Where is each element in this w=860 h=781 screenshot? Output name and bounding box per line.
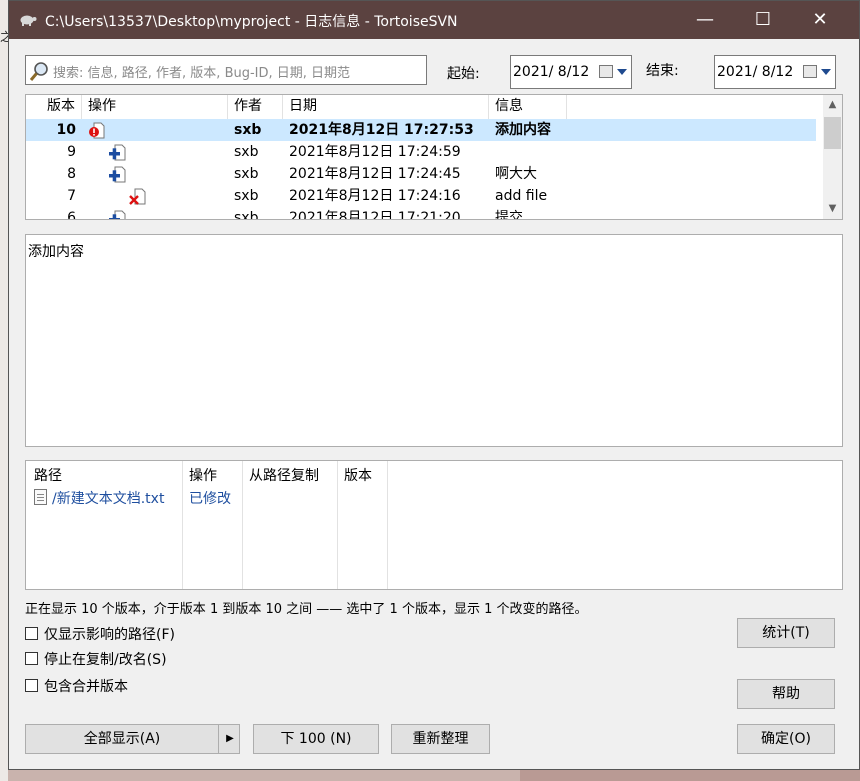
table-row[interactable]: 8 sxb 2021年8月12日 17:24:45 啊大大: [26, 163, 816, 185]
search-input[interactable]: 搜索: 信息, 路径, 作者, 版本, Bug-ID, 日期, 日期范: [25, 55, 427, 85]
added-icon: [109, 144, 126, 161]
changed-path-action: 已修改: [189, 491, 231, 507]
table-row[interactable]: 7 sxb 2021年8月12日 17:24:16 add file: [26, 185, 816, 207]
split-dropdown-icon[interactable]: ▶: [218, 725, 241, 753]
row-revision: 8: [67, 166, 76, 182]
column-header-author[interactable]: 作者: [228, 95, 283, 119]
title-bar[interactable]: C:\Users\13537\Desktop\myproject - 日志信息 …: [9, 1, 859, 39]
row-revision: 6: [67, 210, 76, 220]
row-date: 2021年8月12日 17:24:59: [289, 144, 461, 160]
table-row[interactable]: 10 sxb 2021年8月12日 17:27:53 添加内容: [26, 119, 816, 141]
column-header-path[interactable]: 路径: [34, 465, 62, 485]
row-author: sxb: [234, 210, 259, 220]
row-date: 2021年8月12日 17:27:53: [289, 122, 474, 138]
stop-on-copy-label[interactable]: 停止在复制/改名(S): [44, 649, 167, 669]
row-date: 2021年8月12日 17:24:16: [289, 188, 461, 204]
end-date-picker[interactable]: 2021/ 8/12: [714, 55, 836, 89]
row-message: 添加内容: [495, 122, 551, 138]
column-header-actions[interactable]: 操作: [82, 95, 228, 119]
column-header-date[interactable]: 日期: [283, 95, 489, 119]
log-message-text: 添加内容: [28, 244, 84, 260]
column-header-action[interactable]: 操作: [189, 465, 217, 485]
scrollbar-thumb[interactable]: [824, 117, 841, 149]
row-message: add file: [495, 188, 548, 204]
affected-paths-only-label[interactable]: 仅显示影响的路径(F): [44, 624, 175, 644]
maximize-button[interactable]: ☐: [740, 1, 786, 39]
close-button[interactable]: ✕: [797, 1, 843, 39]
row-author: sxb: [234, 188, 259, 204]
changed-paths-list[interactable]: 路径 操作 从路径复制 版本 /新建文本文档.txt 已修改: [25, 460, 843, 590]
include-merged-label[interactable]: 包含合并版本: [44, 676, 128, 696]
show-all-split-button[interactable]: 全部显示(A) ▶: [25, 724, 240, 754]
statistics-button[interactable]: 统计(T): [737, 618, 835, 648]
chevron-down-icon[interactable]: [617, 69, 627, 75]
row-author: sxb: [234, 144, 259, 160]
desktop-background-strip: [0, 0, 8, 781]
deleted-icon: [129, 188, 146, 205]
column-header-copy-from[interactable]: 从路径复制: [249, 465, 319, 485]
changed-path[interactable]: /新建文本文档.txt: [52, 488, 164, 508]
column-divider: [242, 461, 243, 589]
added-icon: [109, 210, 126, 219]
help-button[interactable]: 帮助: [737, 679, 835, 709]
calendar-icon: [599, 65, 613, 78]
row-message: 啊大大: [495, 166, 537, 182]
row-date: 2021年8月12日 17:24:45: [289, 166, 461, 182]
row-revision: 7: [67, 188, 76, 204]
column-header-revision[interactable]: 版本: [344, 465, 372, 485]
scroll-down-icon[interactable]: ▼: [823, 199, 842, 219]
ok-button[interactable]: 确定(O): [737, 724, 835, 754]
row-author: sxb: [234, 122, 262, 138]
include-merged-checkbox[interactable]: [25, 679, 38, 692]
table-row[interactable]: 6 sxb 2021年8月12日 17:21:20 提交: [26, 207, 816, 220]
refresh-button[interactable]: 重新整理: [391, 724, 490, 754]
chevron-down-icon[interactable]: [821, 69, 831, 75]
column-header-revision[interactable]: 版本: [26, 95, 82, 119]
tortoise-app-icon: [20, 15, 37, 26]
start-date-label: 起始:: [447, 66, 480, 82]
column-header-message[interactable]: 信息: [489, 95, 567, 119]
log-message-panel[interactable]: 添加内容: [25, 234, 843, 447]
minimize-button[interactable]: —: [682, 1, 728, 39]
start-date-picker[interactable]: 2021/ 8/12: [510, 55, 632, 89]
column-divider: [337, 461, 338, 589]
next-100-button[interactable]: 下 100 (N): [253, 724, 379, 754]
log-window: C:\Users\13537\Desktop\myproject - 日志信息 …: [8, 0, 860, 770]
start-date-value: 2021/ 8/12: [513, 64, 590, 80]
scroll-up-icon[interactable]: ▲: [823, 95, 842, 115]
column-divider: [182, 461, 183, 589]
search-icon: [29, 62, 48, 81]
added-icon: [109, 166, 126, 183]
search-placeholder: 搜索: 信息, 路径, 作者, 版本, Bug-ID, 日期, 日期范: [53, 66, 351, 81]
table-row[interactable]: 9 sxb 2021年8月12日 17:24:59: [26, 141, 816, 163]
status-text: 正在显示 10 个版本，介于版本 1 到版本 10 之间 —— 选中了 1 个版…: [25, 602, 588, 617]
show-all-label[interactable]: 全部显示(A): [26, 725, 218, 753]
affected-paths-only-checkbox[interactable]: [25, 627, 38, 640]
revision-list[interactable]: 版本 操作 作者 日期 信息 10 sxb 2021年8月12日 17:27:5…: [25, 94, 843, 220]
end-date-label: 结束:: [646, 63, 679, 79]
text-file-icon: [34, 489, 47, 505]
revision-list-scrollbar[interactable]: ▲ ▼: [823, 95, 842, 219]
desktop-background-bottom: [520, 770, 860, 781]
row-author: sxb: [234, 166, 259, 182]
row-date: 2021年8月12日 17:21:20: [289, 210, 461, 220]
calendar-icon: [803, 65, 817, 78]
row-message: 提交: [495, 210, 523, 220]
end-date-value: 2021/ 8/12: [717, 64, 794, 80]
window-title: C:\Users\13537\Desktop\myproject - 日志信息 …: [45, 14, 458, 30]
row-revision: 10: [56, 122, 76, 138]
stop-on-copy-checkbox[interactable]: [25, 652, 38, 665]
row-revision: 9: [67, 144, 76, 160]
modified-conflict-icon: [89, 122, 105, 139]
column-divider: [387, 461, 388, 589]
